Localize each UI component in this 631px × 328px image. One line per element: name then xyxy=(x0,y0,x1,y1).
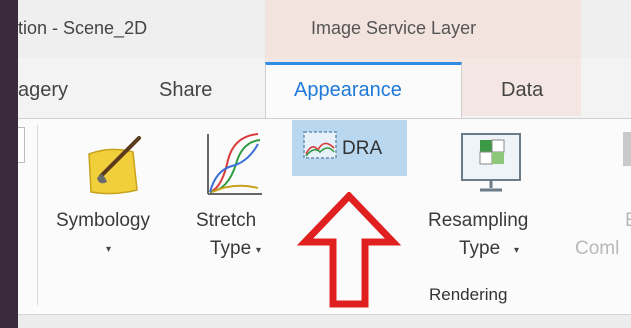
context-group-title: Image Service Layer xyxy=(311,18,477,38)
partial-label-line2: Coml xyxy=(575,238,620,259)
resampling-label-line2: Type xyxy=(459,238,501,259)
monitor-grid-icon xyxy=(461,133,521,192)
partial-label-line1: E xyxy=(625,210,631,232)
chevron-down-icon: ▾ xyxy=(106,244,112,255)
group-separator xyxy=(37,125,38,305)
dra-icon xyxy=(303,131,337,159)
stretch-type-button[interactable]: Stretch Type ▾ xyxy=(188,126,282,276)
tab-share[interactable]: Share xyxy=(159,79,212,102)
chevron-down-icon: ▾ xyxy=(514,245,520,256)
tab-data[interactable]: Data xyxy=(501,79,543,102)
dra-label: DRA xyxy=(342,138,383,159)
rendering-group-label: Rendering xyxy=(429,285,508,304)
tab-appearance-label: Appearance xyxy=(294,79,402,101)
collapsed-control xyxy=(18,127,25,163)
symbology-button[interactable]: Symbology ▾ xyxy=(56,126,176,276)
dra-button[interactable]: DRA xyxy=(292,120,407,176)
window-title: tion - Scene_2D xyxy=(18,18,148,38)
red-arrow-annotation xyxy=(297,192,401,308)
symbology-label: Symbology xyxy=(56,210,150,231)
tab-imagery[interactable]: agery xyxy=(18,79,68,102)
partial-icon xyxy=(623,132,631,166)
stretch-curve-icon xyxy=(207,133,262,195)
chevron-down-icon: ▾ xyxy=(256,245,262,256)
app-window: tion - Scene_2D Image Service Layer ager… xyxy=(18,0,631,328)
resampling-type-button[interactable]: Resampling Type ▾ xyxy=(418,126,558,276)
ribbon-footer xyxy=(18,314,631,328)
stretch-label-line2: Type xyxy=(210,238,252,259)
resampling-label-line1: Resampling xyxy=(428,210,529,231)
paintbrush-icon xyxy=(88,136,141,195)
stretch-label-line1: Stretch xyxy=(196,210,257,231)
